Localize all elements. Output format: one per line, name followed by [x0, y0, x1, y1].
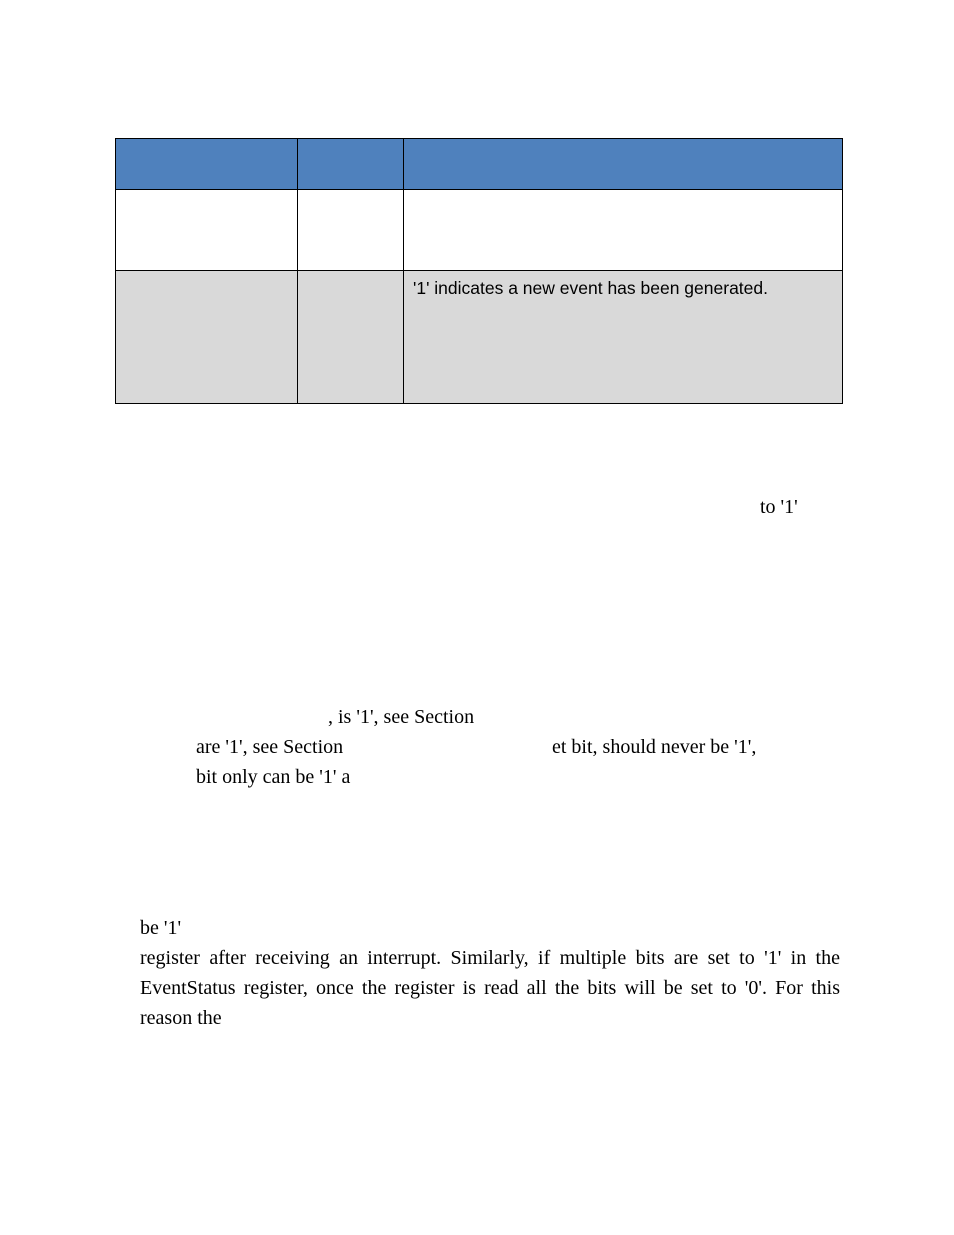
body-text-fragment: are '1', see Section — [196, 732, 343, 762]
table-row: '1' indicates a new event has been gener… — [116, 271, 843, 404]
body-text-fragment: be '1' — [140, 913, 181, 943]
header-cell-2 — [298, 139, 404, 190]
cell-1-1 — [116, 190, 298, 271]
body-text-fragment: , is '1', see Section — [328, 702, 474, 732]
table-header-row — [116, 139, 843, 190]
body-text-fragment: et bit, should never be '1', — [552, 732, 756, 762]
cell-description: '1' indicates a new event has been gener… — [405, 272, 841, 306]
cell-2-2 — [298, 271, 404, 404]
body-text-fragment: to '1' — [760, 492, 798, 522]
cell-1-3 — [404, 190, 843, 271]
cell-2-1 — [116, 271, 298, 404]
body-text-fragment: bit only can be '1' a — [196, 762, 350, 792]
table-row — [116, 190, 843, 271]
register-table: '1' indicates a new event has been gener… — [115, 138, 843, 404]
body-paragraph: register after receiving an interrupt. S… — [140, 943, 840, 1033]
header-cell-3 — [404, 139, 843, 190]
header-cell-1 — [116, 139, 298, 190]
page: '1' indicates a new event has been gener… — [0, 0, 954, 1235]
cell-2-3: '1' indicates a new event has been gener… — [404, 271, 843, 404]
cell-1-2 — [298, 190, 404, 271]
